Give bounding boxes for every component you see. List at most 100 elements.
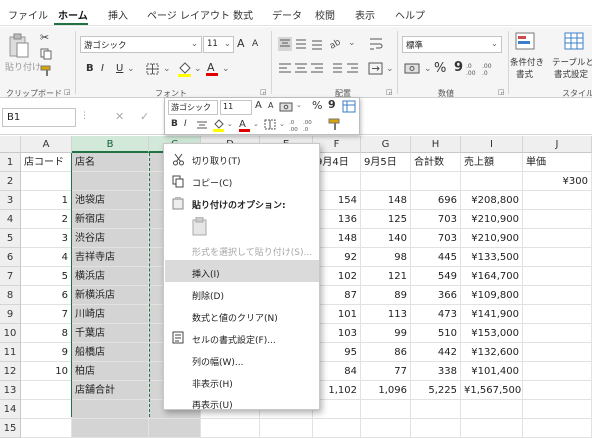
cell-c15[interactable] [149, 419, 201, 438]
tab-formulas[interactable]: 数式 [233, 7, 253, 22]
cell-h3[interactable]: 696 [411, 191, 461, 210]
cell-j13[interactable] [523, 381, 592, 400]
cell-b2[interactable] [72, 172, 149, 191]
cell-g8[interactable]: 89 [361, 286, 411, 305]
cell-j12[interactable] [523, 362, 592, 381]
cell-i14[interactable] [461, 400, 523, 419]
cell-e15[interactable] [260, 419, 313, 438]
cell-j6[interactable] [523, 248, 592, 267]
tab-insert[interactable]: 挿入 [108, 7, 128, 22]
row-header[interactable]: 6 [0, 248, 21, 267]
cell-i11[interactable]: ¥132,600 [461, 343, 523, 362]
cell-b14[interactable] [72, 400, 149, 419]
cell-f13[interactable]: 1,102 [313, 381, 361, 400]
cell-j8[interactable] [523, 286, 592, 305]
cell-h4[interactable]: 703 [411, 210, 461, 229]
cell-a8[interactable]: 6 [21, 286, 72, 305]
underline-button[interactable]: U [116, 63, 123, 74]
cell-b7[interactable]: 横浜店 [72, 267, 149, 286]
tab-file[interactable]: ファイル [8, 7, 48, 22]
cell-j14[interactable] [523, 400, 592, 419]
cell-j5[interactable] [523, 229, 592, 248]
chevron-down-icon[interactable]: ⌄ [194, 64, 202, 74]
wrap-text-icon[interactable] [368, 36, 384, 52]
format-as-table-button[interactable]: テーブルとし [552, 56, 592, 68]
mini-font-color-icon[interactable]: A [238, 117, 251, 132]
chevron-down-icon[interactable]: ⌄ [253, 120, 259, 128]
cell-j11[interactable] [523, 343, 592, 362]
cell-g15[interactable] [361, 419, 411, 438]
mini-format-table-icon[interactable] [342, 100, 357, 114]
cell-f8[interactable]: 87 [313, 286, 361, 305]
row-header[interactable]: 2 [0, 172, 21, 191]
cell-i7[interactable]: ¥164,700 [461, 267, 523, 286]
cell-g3[interactable]: 148 [361, 191, 411, 210]
mini-fill-color-icon[interactable] [212, 118, 226, 132]
cell-h15[interactable] [411, 419, 461, 438]
cell-g10[interactable]: 99 [361, 324, 411, 343]
cell-j2[interactable]: ¥300 [523, 172, 592, 191]
cell-h5[interactable]: 703 [411, 229, 461, 248]
number-format-combobox[interactable]: 標準 ⌄ [402, 36, 502, 53]
cell-g2[interactable] [361, 172, 411, 191]
cell-g13[interactable]: 1,096 [361, 381, 411, 400]
paste-button[interactable]: 貼り付け [5, 60, 41, 73]
mini-align-icon[interactable] [196, 120, 208, 131]
mini-decimal-icons[interactable]: .0.00.00.0 [289, 118, 319, 132]
cell-h10[interactable]: 510 [411, 324, 461, 343]
chevron-down-icon[interactable]: ⌄ [127, 64, 135, 74]
cell-a7[interactable]: 5 [21, 267, 72, 286]
cell-a9[interactable]: 7 [21, 305, 72, 324]
mini-comma-button[interactable]: 9 [328, 98, 336, 111]
cell-h8[interactable]: 366 [411, 286, 461, 305]
paste-icon[interactable] [8, 33, 30, 59]
menu-item-delete[interactable]: 削除(D) [192, 289, 224, 302]
cell-h1[interactable]: 合計数 [411, 153, 461, 172]
cell-i4[interactable]: ¥210,900 [461, 210, 523, 229]
row-header[interactable]: 11 [0, 343, 21, 362]
cell-a4[interactable]: 2 [21, 210, 72, 229]
cell-f3[interactable]: 154 [313, 191, 361, 210]
copy-icon[interactable] [40, 48, 52, 60]
mini-shrink-font-button[interactable]: A [268, 101, 273, 110]
cell-b5[interactable]: 渋谷店 [72, 229, 149, 248]
mini-bold-button[interactable]: B [171, 119, 178, 129]
cell-f14[interactable] [313, 400, 361, 419]
cell-i15[interactable] [461, 419, 523, 438]
cell-a12[interactable]: 10 [21, 362, 72, 381]
font-launcher-icon[interactable]: ◲ [260, 88, 267, 96]
mini-format-painter-icon[interactable] [328, 118, 343, 132]
cut-icon[interactable]: ✂ [40, 31, 49, 44]
cell-h9[interactable]: 473 [411, 305, 461, 324]
cell-g5[interactable]: 140 [361, 229, 411, 248]
font-size-combobox[interactable]: 11 ⌄ [203, 36, 234, 53]
chevron-down-icon[interactable]: ⌄ [227, 120, 233, 128]
cell-g12[interactable]: 77 [361, 362, 411, 381]
fill-color-icon[interactable] [177, 61, 193, 77]
cell-f5[interactable]: 148 [313, 229, 361, 248]
row-header[interactable]: 3 [0, 191, 21, 210]
cell-f4[interactable]: 136 [313, 210, 361, 229]
tab-view[interactable]: 表示 [355, 7, 375, 22]
cell-a1[interactable]: 店コード [21, 153, 72, 172]
cell-i5[interactable]: ¥210,900 [461, 229, 523, 248]
indent-icons[interactable] [328, 62, 360, 76]
font-name-combobox[interactable]: 游ゴシック ⌄ [80, 36, 202, 53]
column-header-g[interactable]: G [361, 136, 411, 153]
comma-style-button[interactable]: 9 [454, 60, 463, 75]
mini-currency-icon[interactable] [279, 101, 295, 113]
cell-f11[interactable]: 95 [313, 343, 361, 362]
cell-a15[interactable] [21, 419, 72, 438]
clipboard-launcher-icon[interactable]: ◲ [64, 88, 71, 96]
cell-i3[interactable]: ¥208,800 [461, 191, 523, 210]
cell-h11[interactable]: 442 [411, 343, 461, 362]
cell-f2[interactable] [313, 172, 361, 191]
paste-icon[interactable] [192, 217, 210, 237]
row-header[interactable]: 5 [0, 229, 21, 248]
row-header[interactable]: 15 [0, 419, 21, 438]
column-header-h[interactable]: H [411, 136, 461, 153]
cell-f6[interactable]: 92 [313, 248, 361, 267]
menu-item-paste-special[interactable]: 形式を選択して貼り付け(S)... [192, 245, 312, 258]
menu-item-unhide[interactable]: 再表示(U) [192, 398, 233, 411]
cell-h2[interactable] [411, 172, 461, 191]
